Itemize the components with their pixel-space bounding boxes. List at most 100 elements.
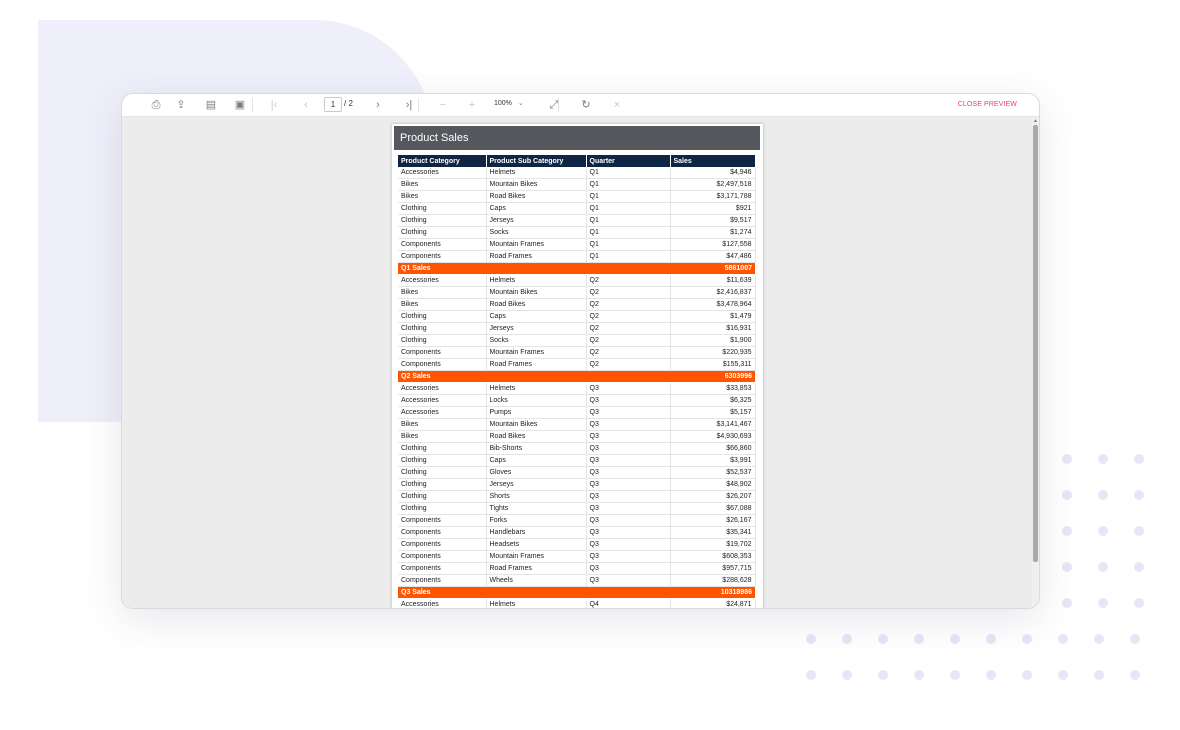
cell-category: Components — [398, 526, 487, 539]
cell-quarter: Q3 — [586, 526, 671, 539]
parameters-icon[interactable]: ▣ — [232, 97, 248, 113]
cell-subcategory: Mountain Frames — [486, 238, 587, 251]
cell-subcategory: Locks — [486, 394, 587, 407]
cell-sales: $1,479 — [670, 310, 756, 323]
cell-category: Accessories — [398, 598, 487, 608]
export-icon[interactable]: ⇪ — [173, 97, 189, 113]
fit-page-icon[interactable]: ⤢ — [546, 97, 562, 113]
cell-quarter: Q3 — [586, 562, 671, 575]
decoration-dot — [1134, 454, 1144, 464]
table-row: Components Road Frames Q1 $47,486 — [398, 250, 756, 263]
decoration-dot — [806, 670, 816, 680]
cell-quarter: Q3 — [586, 550, 671, 563]
cell-subcategory: Mountain Bikes — [486, 286, 587, 299]
cell-quarter: Q2 — [586, 322, 671, 335]
table-row: Clothing Tights Q3 $67,088 — [398, 502, 756, 515]
refresh-icon[interactable]: ↻ — [578, 97, 594, 113]
scrollbar-thumb[interactable] — [1033, 125, 1038, 562]
decoration-dot — [950, 670, 960, 680]
cell-sales: $26,167 — [670, 514, 756, 527]
cell-category: Clothing — [398, 322, 487, 335]
table-row: Bikes Road Bikes Q1 $3,171,788 — [398, 190, 756, 203]
cell-subcategory: Caps — [486, 454, 587, 467]
cell-subcategory: Jerseys — [486, 478, 587, 491]
next-page-icon[interactable]: › — [370, 97, 386, 113]
page-setup-icon[interactable]: ▤ — [203, 97, 219, 113]
decoration-dot — [1062, 490, 1072, 500]
cell-subcategory: Road Bikes — [486, 298, 587, 311]
cell-quarter: Q1 — [586, 250, 671, 263]
decoration-dot — [1098, 454, 1108, 464]
cell-quarter: Q1 — [586, 190, 671, 203]
cell-quarter: Q2 — [586, 298, 671, 311]
cell-subcategory: Wheels — [486, 574, 587, 587]
total-label: Q2 Sales — [398, 370, 670, 383]
decoration-dot — [878, 670, 888, 680]
cell-category: Components — [398, 238, 487, 251]
previous-page-icon[interactable]: ‹ — [298, 97, 314, 113]
stop-icon[interactable]: × — [609, 97, 625, 113]
report-viewer-window: 1 / 2 100% ⌄ CLOSE PREVIEW ⎙ ⇪ ▤ ▣ |‹ ‹ › ›| − + ⤢… — [121, 93, 1040, 609]
cell-subcategory: Pumps — [486, 406, 587, 419]
cell-subcategory: Mountain Frames — [486, 550, 587, 563]
cell-sales: $33,853 — [670, 382, 756, 395]
decoration-dot — [806, 634, 816, 644]
cell-category: Clothing — [398, 454, 487, 467]
table-row: Clothing Bib-Shorts Q3 $66,860 — [398, 442, 756, 455]
total-label: Q3 Sales — [398, 586, 670, 599]
table-row: Accessories Helmets Q2 $11,639 — [398, 274, 756, 287]
cell-subcategory: Gloves — [486, 466, 587, 479]
scroll-up-arrow-icon[interactable]: ▲ — [1033, 119, 1038, 124]
table-row: Components Mountain Frames Q1 $127,558 — [398, 238, 756, 251]
table-row: Bikes Mountain Bikes Q2 $2,416,837 — [398, 286, 756, 299]
cell-subcategory: Shorts — [486, 490, 587, 503]
current-page-input[interactable]: 1 — [324, 97, 342, 112]
table-row: Bikes Road Bikes Q2 $3,478,964 — [398, 298, 756, 311]
cell-subcategory: Helmets — [486, 598, 587, 608]
cell-category: Components — [398, 574, 487, 587]
zoom-level[interactable]: 100% — [494, 100, 512, 107]
table-row: Accessories Locks Q3 $6,325 — [398, 394, 756, 407]
decoration-dot — [842, 670, 852, 680]
cell-sales: $3,478,964 — [670, 298, 756, 311]
total-label: Q1 Sales — [398, 262, 670, 275]
cell-quarter: Q3 — [586, 490, 671, 503]
decoration-dot — [914, 634, 924, 644]
quarter-total-row: Q3 Sales 10318986 — [398, 586, 755, 599]
first-page-icon[interactable]: |‹ — [266, 97, 282, 113]
table-row: Clothing Socks Q1 $1,274 — [398, 226, 756, 239]
cell-category: Accessories — [398, 394, 487, 407]
cell-category: Bikes — [398, 298, 487, 311]
cell-category: Components — [398, 250, 487, 263]
cell-quarter: Q3 — [586, 430, 671, 443]
close-preview-button[interactable]: CLOSE PREVIEW — [958, 101, 1017, 108]
print-icon[interactable]: ⎙ — [148, 97, 164, 113]
decoration-dot — [1098, 490, 1108, 500]
cell-sales: $4,930,693 — [670, 430, 756, 443]
total-value: 6303996 — [670, 370, 755, 383]
cell-subcategory: Jerseys — [486, 214, 587, 227]
decoration-dot — [1134, 526, 1144, 536]
table-row: Bikes Mountain Bikes Q1 $2,497,518 — [398, 178, 756, 191]
decoration-dot — [1058, 670, 1068, 680]
zoom-out-icon[interactable]: − — [435, 97, 451, 113]
table-row: Components Road Frames Q2 $155,311 — [398, 358, 756, 371]
zoom-in-icon[interactable]: + — [464, 97, 480, 113]
cell-sales: $35,341 — [670, 526, 756, 539]
cell-subcategory: Road Bikes — [486, 430, 587, 443]
report-viewport[interactable]: Product Sales Product Category Product S… — [122, 117, 1039, 608]
table-row: Clothing Jerseys Q2 $16,931 — [398, 322, 756, 335]
cell-sales: $155,311 — [670, 358, 756, 371]
cell-category: Bikes — [398, 190, 487, 203]
table-row: Clothing Socks Q2 $1,900 — [398, 334, 756, 347]
last-page-icon[interactable]: ›| — [401, 97, 417, 113]
cell-category: Bikes — [398, 430, 487, 443]
table-row: Bikes Mountain Bikes Q3 $3,141,467 — [398, 418, 756, 431]
chevron-down-icon[interactable]: ⌄ — [518, 99, 524, 107]
cell-sales: $48,902 — [670, 478, 756, 491]
column-header-sales: Sales — [670, 155, 756, 167]
decoration-dot — [986, 670, 996, 680]
cell-subcategory: Handlebars — [486, 526, 587, 539]
decoration-dot — [1098, 526, 1108, 536]
cell-subcategory: Caps — [486, 310, 587, 323]
